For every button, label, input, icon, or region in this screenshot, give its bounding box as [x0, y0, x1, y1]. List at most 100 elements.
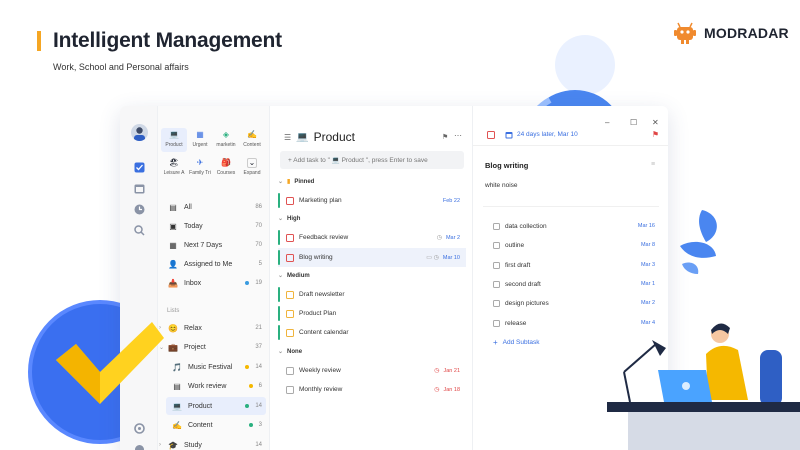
group-header-none[interactable]: ⌄ None	[278, 348, 302, 356]
task-checkbox[interactable]	[286, 233, 294, 242]
detail-checkbox[interactable]	[487, 130, 495, 139]
task-checkbox[interactable]	[286, 196, 294, 205]
nav-assigned-to-me[interactable]: 👤 Assigned to Me 5	[162, 255, 266, 273]
detail-description[interactable]: white noise	[485, 182, 518, 189]
add-task-input[interactable]	[280, 151, 464, 169]
menu-icon[interactable]: ☰	[284, 133, 291, 142]
list-color-bar	[278, 287, 280, 302]
reminder-icon: ◷	[434, 387, 440, 393]
checkbox-icon[interactable]	[132, 160, 146, 174]
notes-icon[interactable]: ≡	[651, 161, 655, 168]
subtask-item[interactable]: design pictures Mar 2	[483, 295, 659, 311]
list-product[interactable]: 💻 Product 14	[166, 397, 266, 415]
page-title: Intelligent Management	[53, 29, 282, 52]
task-checkbox[interactable]	[286, 328, 294, 337]
avatar[interactable]	[131, 124, 148, 141]
nav-label: Music Festival	[188, 363, 233, 371]
help-icon[interactable]	[132, 442, 146, 450]
task-checkbox[interactable]	[286, 366, 294, 375]
nav-count: 14	[255, 364, 262, 370]
task-checkbox[interactable]	[286, 290, 294, 299]
quick-family-trip[interactable]: ✈ Family Tri	[187, 156, 213, 180]
nav-label: All	[184, 203, 192, 211]
note-reminder-icon: ▭ ◷	[426, 255, 439, 261]
subtask-date: Mar 1	[640, 281, 655, 287]
due-date-button[interactable]: 24 days later, Mar 10	[505, 131, 652, 139]
task-row[interactable]: Content calendar	[278, 323, 466, 342]
quick-urgent[interactable]: ▦ Urgent	[187, 128, 213, 152]
subtask-checkbox[interactable]	[493, 319, 500, 327]
priority-flag-icon[interactable]: ⚑	[652, 130, 659, 139]
add-subtask-label: Add Subtask	[502, 339, 540, 346]
task-row[interactable]: Marketing plan Feb 22	[278, 191, 466, 210]
quick-content[interactable]: ✍ Content	[239, 128, 265, 152]
subtask-item[interactable]: outline Mar 8	[483, 237, 659, 253]
quick-expand[interactable]: ⌄ Expand	[239, 156, 265, 180]
list-project[interactable]: ⌄ 💼 Project 37	[159, 338, 266, 356]
list-content[interactable]: ✍ Content 3	[166, 416, 266, 434]
list-study[interactable]: › 🎓 Study 14	[159, 436, 266, 450]
group-header-high[interactable]: ⌄ High	[278, 215, 301, 223]
quick-lists: 💻 Product ▦ Urgent ◈ marketin ✍ Content 🏖 Lei…	[161, 128, 267, 180]
quick-courses[interactable]: 🎒 Courses	[213, 156, 239, 180]
subtask-checkbox[interactable]	[493, 299, 500, 307]
settings-icon[interactable]	[132, 421, 146, 435]
group-header-medium[interactable]: ⌄ Medium	[278, 272, 310, 280]
subtask-item[interactable]: second draft Mar 1	[483, 276, 659, 292]
page: Intelligent Management Work, School and …	[0, 0, 800, 450]
nav-label: Product	[188, 402, 213, 410]
group-label: High	[287, 215, 301, 222]
search-icon[interactable]	[132, 223, 146, 237]
subtask-checkbox[interactable]	[493, 241, 500, 249]
due-date-text: 24 days later, Mar 10	[517, 131, 578, 138]
nav-all[interactable]: ▤ All 86	[162, 198, 266, 216]
subtask-item[interactable]: first draft Mar 3	[483, 257, 659, 273]
quick-marketing[interactable]: ◈ marketin	[213, 128, 239, 152]
smile-icon: 😊	[168, 323, 178, 333]
group-header-pinned[interactable]: ⌄ ▮ Pinned	[278, 178, 314, 186]
quick-product[interactable]: 💻 Product	[161, 128, 187, 152]
quick-label: Leisure A	[163, 170, 185, 176]
chevron-down-icon: ⌄	[278, 273, 284, 279]
list-relax[interactable]: › 😊 Relax 21	[159, 319, 266, 337]
list-color-bar	[278, 250, 280, 265]
list-work-review[interactable]: ▤ Work review 6	[166, 377, 266, 395]
task-checkbox[interactable]	[286, 253, 294, 262]
task-row[interactable]: Draft newsletter	[278, 285, 466, 304]
status-dot	[248, 423, 253, 427]
backpack-icon: 🎒	[221, 158, 231, 167]
nav-label: Relax	[184, 324, 202, 332]
subtask-date: Mar 16	[637, 223, 655, 229]
task-checkbox[interactable]	[286, 385, 294, 394]
more-icon[interactable]: ⋯	[454, 131, 462, 140]
status-dot	[245, 365, 250, 369]
sort-icon[interactable]: ⚑	[442, 133, 448, 141]
subtask-checkbox[interactable]	[493, 222, 500, 230]
task-checkbox[interactable]	[286, 309, 294, 318]
quick-leisure[interactable]: 🏖 Leisure A	[161, 156, 187, 180]
nav-label: Assigned to Me	[184, 260, 233, 268]
task-row[interactable]: Product Plan	[278, 304, 466, 323]
nav-inbox[interactable]: 📥 Inbox 19	[162, 274, 266, 292]
nav-today[interactable]: ▣ Today 70	[162, 217, 266, 235]
beach-icon: 🏖	[168, 158, 180, 167]
subtask-checkbox[interactable]	[493, 280, 500, 288]
add-subtask-button[interactable]: + Add Subtask	[493, 338, 540, 347]
nav-label: Work review	[188, 382, 227, 390]
task-row[interactable]: Feedback review ◷ Mar 2	[278, 228, 466, 247]
task-row[interactable]: Weekly review ◷ Jan 21	[278, 361, 466, 380]
nav-next-7-days[interactable]: ▦ Next 7 Days 70	[162, 236, 266, 254]
task-row[interactable]: Monthly review ◷ Jan 18	[278, 380, 466, 399]
list-music-festival[interactable]: 🎵 Music Festival 14	[166, 358, 266, 376]
subtask-checkbox[interactable]	[493, 261, 500, 269]
calendar-icon	[505, 131, 513, 138]
subtask-item[interactable]: data collection Mar 16	[483, 218, 659, 234]
list-icon: ▤	[169, 202, 177, 212]
subtask-date: Mar 2	[640, 300, 655, 306]
chevron-down-icon: ⌄	[278, 216, 284, 222]
detail-title[interactable]: Blog writing	[485, 161, 528, 170]
calendar-icon[interactable]	[132, 181, 146, 195]
task-row-selected[interactable]: Blog writing ▭ ◷ Mar 10	[278, 248, 466, 267]
clock-icon[interactable]	[132, 202, 146, 216]
nav-count: 3	[258, 422, 262, 428]
